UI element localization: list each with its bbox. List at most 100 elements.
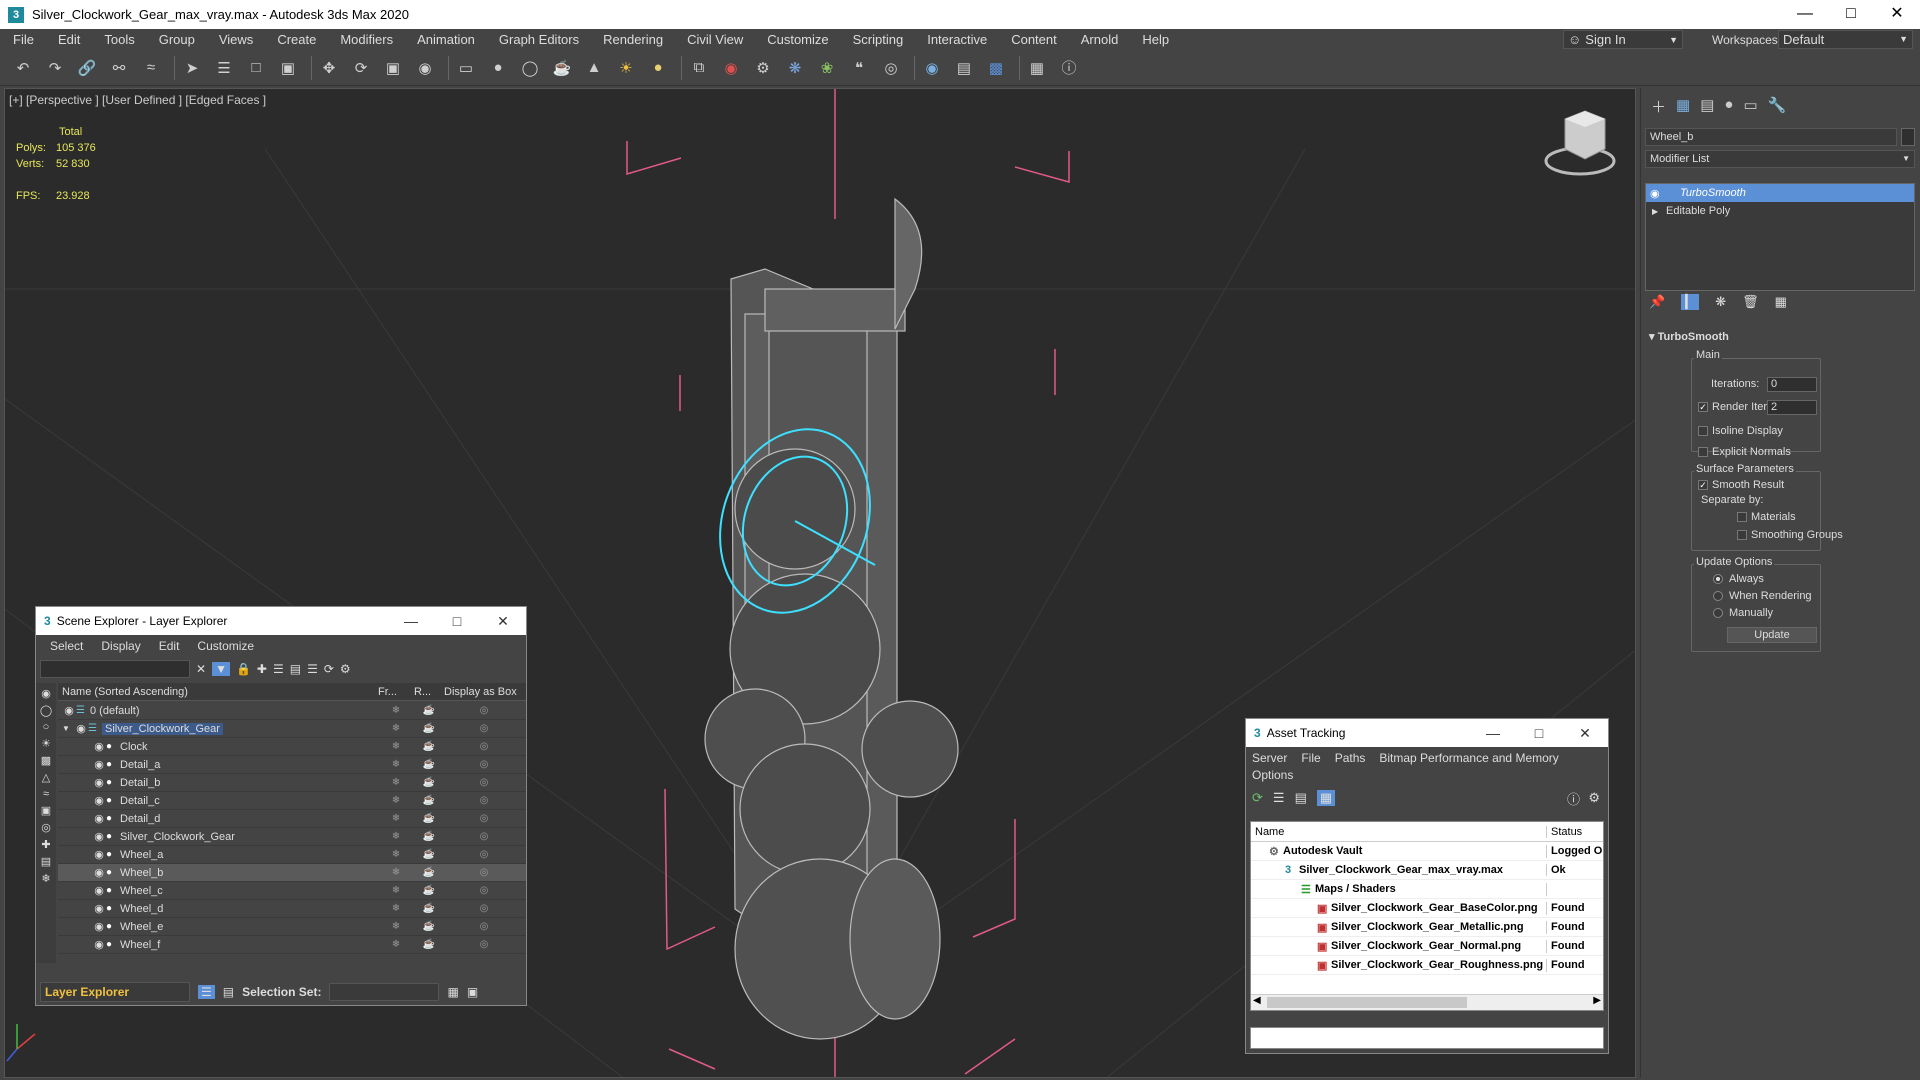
- search-input[interactable]: [40, 660, 190, 678]
- render-icon[interactable]: ☕: [414, 759, 444, 770]
- display-box-icon[interactable]: ◎: [444, 921, 524, 932]
- new-set-icon[interactable]: ▣: [467, 985, 478, 999]
- se-menu-edit[interactable]: Edit: [159, 639, 180, 653]
- asset-row[interactable]: ⚙ Autodesk Vault Logged O: [1251, 842, 1603, 861]
- visibility-eye-icon[interactable]: ◉: [92, 758, 106, 771]
- visibility-eye-icon[interactable]: ◉: [74, 722, 88, 735]
- link-icon[interactable]: 🔗: [74, 55, 100, 81]
- selection-set-dropdown[interactable]: [329, 983, 440, 1001]
- display-tab-icon[interactable]: ▭: [1743, 96, 1757, 117]
- scale-icon[interactable]: ▣: [380, 55, 406, 81]
- manually-radio[interactable]: [1713, 608, 1723, 618]
- visibility-eye-icon[interactable]: ◉: [92, 902, 106, 915]
- column-render[interactable]: R...: [414, 686, 444, 698]
- display-box-icon[interactable]: ◎: [444, 795, 524, 806]
- window-crossing-icon[interactable]: ▣: [275, 55, 301, 81]
- table-row[interactable]: ◉ ● Clock ❄ ☕ ◎: [58, 738, 526, 756]
- render-icon[interactable]: ☕: [414, 885, 444, 896]
- cameras-filter-icon[interactable]: ▩: [41, 754, 51, 767]
- render-setup-icon[interactable]: ◉: [919, 55, 945, 81]
- lock-icon[interactable]: 🔒: [236, 662, 251, 676]
- edit-set-icon[interactable]: ▦: [447, 985, 458, 999]
- freeze-icon[interactable]: ❄: [378, 723, 414, 734]
- column-freeze[interactable]: Fr...: [378, 686, 414, 698]
- asset-row[interactable]: 3 Silver_Clockwork_Gear_max_vray.max Ok: [1251, 861, 1603, 880]
- display-box-icon[interactable]: ◎: [444, 777, 524, 788]
- render-frame-icon[interactable]: ▤: [951, 55, 977, 81]
- menu-graph-editors[interactable]: Graph Editors: [486, 32, 590, 47]
- remove-modifier-icon[interactable]: 🗑: [1742, 294, 1759, 310]
- visibility-eye-icon[interactable]: ◉: [92, 938, 106, 951]
- asset-row[interactable]: ☰ Maps / Shaders: [1251, 880, 1603, 899]
- minimize-icon[interactable]: —: [1470, 719, 1516, 747]
- when-rendering-radio[interactable]: [1713, 591, 1723, 601]
- table-row[interactable]: ◉ ● Detail_b ❄ ☕ ◎: [58, 774, 526, 792]
- viewport-label[interactable]: [+] [Perspective ] [User Defined ] [Edge…: [9, 93, 266, 107]
- maximize-icon[interactable]: □: [1516, 719, 1562, 747]
- minimize-icon[interactable]: —: [1782, 0, 1828, 29]
- hierarchy-toggle-icon[interactable]: ▤: [223, 985, 234, 999]
- rotate-icon[interactable]: ⟳: [348, 55, 374, 81]
- sync-icon[interactable]: ⟳: [324, 662, 334, 676]
- render-icon[interactable]: ☕: [414, 903, 444, 914]
- pin-stack-icon[interactable]: 📌: [1649, 294, 1665, 310]
- explicit-normals-checkbox[interactable]: [1698, 447, 1708, 457]
- hair-icon[interactable]: ❝: [846, 55, 872, 81]
- freeze-icon[interactable]: ❄: [378, 867, 414, 878]
- explorer-type-dropdown[interactable]: Layer Explorer: [40, 982, 190, 1002]
- bones-filter-icon[interactable]: ✚: [41, 838, 50, 851]
- table-row[interactable]: ◉ ● Detail_c ❄ ☕ ◎: [58, 792, 526, 810]
- groups-filter-icon[interactable]: ▣: [41, 804, 51, 817]
- render-icon[interactable]: ☕: [414, 939, 444, 950]
- menu-scripting[interactable]: Scripting: [840, 32, 915, 47]
- se-menu-display[interactable]: Display: [101, 639, 140, 653]
- material-editor-icon[interactable]: ◎: [878, 55, 904, 81]
- table-row[interactable]: ◉ ● Wheel_c ❄ ☕ ◎: [58, 882, 526, 900]
- teapot-icon[interactable]: ☕: [549, 55, 575, 81]
- hierarchy-tab-icon[interactable]: ▤: [1700, 96, 1714, 117]
- display-box-icon[interactable]: ◎: [444, 885, 524, 896]
- display-box-icon[interactable]: ◎: [444, 741, 524, 752]
- layers-toggle-icon[interactable]: ☰: [198, 985, 215, 999]
- table-row[interactable]: ◉ ● Wheel_b ❄ ☕ ◎: [58, 864, 526, 882]
- visibility-eye-icon[interactable]: ◉: [92, 884, 106, 897]
- omni-light-icon[interactable]: ●: [645, 55, 671, 81]
- helpers-filter-icon[interactable]: △: [42, 771, 50, 784]
- modify-tab-icon[interactable]: ▦: [1676, 96, 1690, 117]
- table-row[interactable]: ◉ ● Wheel_d ❄ ☕ ◎: [58, 900, 526, 918]
- display-box-icon[interactable]: ◎: [444, 723, 524, 734]
- table-row[interactable]: ◉ ☰ 0 (default) ❄ ☕ ◎: [58, 702, 526, 720]
- freeze-icon[interactable]: ❄: [378, 759, 414, 770]
- table-row[interactable]: ◉ ● Wheel_f ❄ ☕ ◎: [58, 936, 526, 954]
- scroll-left-icon[interactable]: ◀: [1253, 995, 1261, 1006]
- sphere-icon[interactable]: ●: [485, 55, 511, 81]
- asset-tracking-titlebar[interactable]: 3 Asset Tracking — □ ✕: [1246, 719, 1608, 747]
- hierarchy-icon[interactable]: ▤: [290, 662, 301, 676]
- freeze-icon[interactable]: ❄: [378, 903, 414, 914]
- asset-row[interactable]: ▣ Silver_Clockwork_Gear_Metallic.png Found: [1251, 918, 1603, 937]
- expand-arrow-icon[interactable]: ▼: [62, 724, 74, 733]
- layers-icon[interactable]: ☰: [273, 662, 284, 676]
- update-button[interactable]: Update: [1727, 627, 1817, 643]
- column-name[interactable]: Name (Sorted Ascending): [58, 686, 378, 698]
- configure-sets-icon[interactable]: ▦: [1775, 294, 1787, 310]
- freeze-icon[interactable]: ❄: [378, 813, 414, 824]
- scroll-right-icon[interactable]: ▶: [1593, 995, 1601, 1006]
- display-box-icon[interactable]: ◎: [444, 813, 524, 824]
- freeze-icon[interactable]: ❄: [378, 795, 414, 806]
- visibility-eye-icon[interactable]: ◉: [62, 704, 76, 717]
- menu-rendering[interactable]: Rendering: [590, 32, 674, 47]
- table-row[interactable]: ◉ ● Wheel_e ❄ ☕ ◎: [58, 918, 526, 936]
- align-icon[interactable]: ⚙: [750, 55, 776, 81]
- filter-icon[interactable]: ▼: [212, 662, 230, 676]
- render-icon[interactable]: ☕: [414, 849, 444, 860]
- cone-icon[interactable]: ▲: [581, 55, 607, 81]
- freeze-icon[interactable]: ❄: [378, 777, 414, 788]
- add-layer-icon[interactable]: ✚: [257, 662, 267, 676]
- utilities-tab-icon[interactable]: 🔧: [1768, 96, 1787, 117]
- materials-checkbox[interactable]: [1737, 512, 1747, 522]
- redo-icon[interactable]: ↷: [42, 55, 68, 81]
- asset-row[interactable]: ▣ Silver_Clockwork_Gear_Normal.png Found: [1251, 937, 1603, 956]
- asset-menu-paths[interactable]: Paths: [1335, 751, 1366, 765]
- render-icon[interactable]: ☕: [414, 921, 444, 932]
